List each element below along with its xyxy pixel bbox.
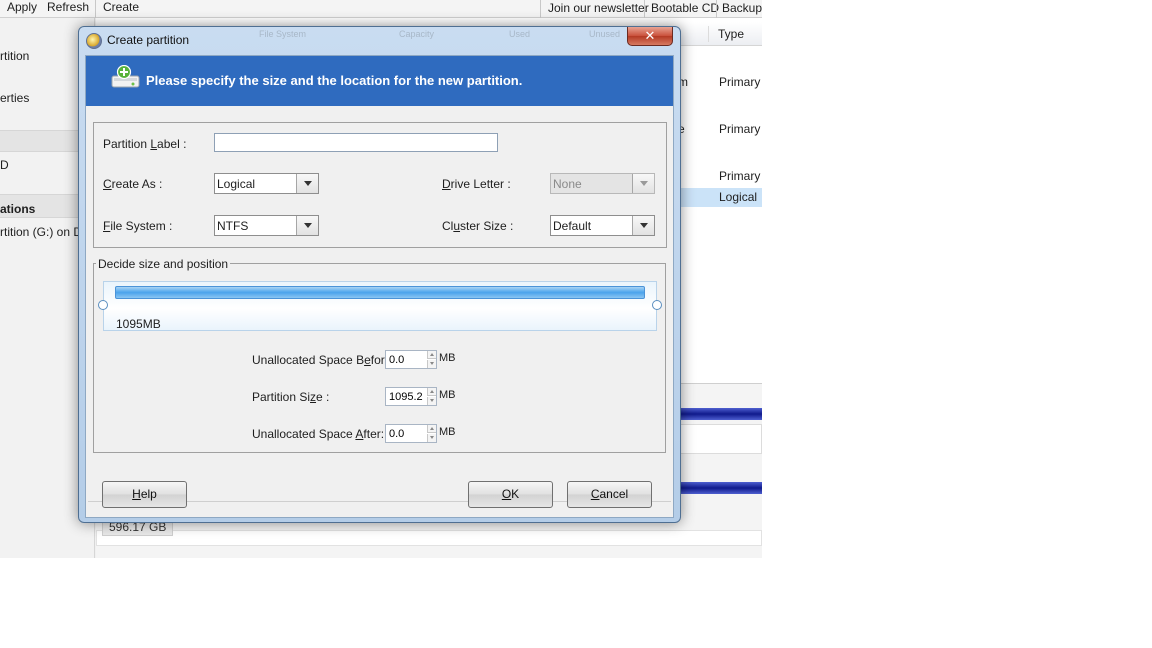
partition-size-label: Partition Size :	[252, 390, 330, 404]
space-after-input[interactable]	[386, 425, 428, 442]
space-after-label: Unallocated Space After:	[252, 427, 385, 441]
chevron-down-icon[interactable]	[632, 216, 654, 235]
cancel-button[interactable]: Cancel	[567, 481, 652, 508]
partition-slider-bar[interactable]	[115, 286, 645, 299]
refresh-button[interactable]: Refresh	[47, 0, 89, 16]
space-before-label: Unallocated Space Before:	[252, 353, 395, 367]
close-icon: ✕	[644, 28, 656, 43]
newsletter-link[interactable]: Join our newsletter	[548, 1, 649, 17]
partition-slider-size: 1095MB	[116, 317, 161, 331]
partition-size-input[interactable]	[386, 388, 428, 405]
faint-column-label: File System	[259, 29, 307, 39]
faint-column-label: Capacity	[399, 29, 435, 39]
cluster-size-value: Default	[553, 219, 592, 233]
backup-button[interactable]: Backup f	[722, 1, 762, 17]
apply-button[interactable]: Apply	[7, 0, 37, 16]
toolbar: Apply Refresh Create Join our newsletter…	[0, 0, 762, 18]
size-position-group-title: Decide size and position	[96, 257, 231, 271]
chevron-down-icon[interactable]	[296, 174, 318, 193]
stepper-down-icon[interactable]	[427, 434, 436, 442]
column-header-type[interactable]: Type	[718, 27, 744, 41]
disk-row[interactable]	[96, 530, 762, 546]
stepper-up-icon[interactable]	[427, 425, 436, 433]
stepper-down-icon[interactable]	[427, 360, 436, 368]
toolbar-separator	[95, 0, 96, 18]
disk-bar[interactable]	[676, 408, 762, 420]
drive-letter-value: None	[553, 177, 582, 191]
create-button[interactable]: Create	[103, 0, 139, 16]
create-partition-dialog: Create partition File System Capacity Us…	[78, 26, 681, 523]
add-partition-icon	[111, 65, 140, 88]
dialog-titlebar[interactable]: Create partition File System Capacity Us…	[79, 27, 680, 54]
space-before-stepper[interactable]	[385, 350, 437, 369]
slider-left-handle[interactable]	[98, 300, 108, 310]
disk-bar[interactable]	[676, 482, 762, 494]
toolbar-separator	[716, 0, 717, 18]
unit-label: MB	[439, 352, 456, 364]
app-icon	[86, 33, 102, 49]
list-cell-type[interactable]: Primary	[719, 169, 760, 183]
file-system-select[interactable]: NTFS	[214, 215, 319, 236]
sidebar-item-properties[interactable]: erties	[0, 91, 29, 105]
partition-slider[interactable]: 1095MB	[103, 281, 657, 331]
stepper-up-icon[interactable]	[427, 388, 436, 396]
list-cell-type[interactable]: Logical	[719, 190, 757, 204]
create-as-value: Logical	[217, 177, 256, 191]
list-cell-type[interactable]: Primary	[719, 122, 760, 136]
cluster-size-select[interactable]: Default	[550, 215, 655, 236]
toolbar-separator	[540, 0, 541, 18]
partition-properties-group: Partition Label : Create As : Logical Dr…	[93, 122, 667, 248]
space-after-stepper[interactable]	[385, 424, 437, 443]
sidebar-item-d[interactable]: D	[0, 158, 9, 172]
unit-label: MB	[439, 426, 456, 438]
slider-right-handle[interactable]	[652, 300, 662, 310]
partition-label-input[interactable]	[214, 133, 498, 152]
dialog-title: Create partition	[107, 33, 190, 47]
unit-label: MB	[439, 389, 456, 401]
column-separator	[708, 26, 709, 42]
chevron-down-icon[interactable]	[296, 216, 318, 235]
ok-button[interactable]: OK	[468, 481, 553, 508]
help-button[interactable]: Help	[102, 481, 187, 508]
file-system-label: File System :	[103, 219, 173, 233]
partition-label-label: Partition Label :	[103, 137, 187, 151]
drive-letter-label: Drive Letter :	[442, 177, 511, 191]
toolbar-separator	[644, 0, 645, 18]
dialog-banner: Please specify the size and the location…	[86, 56, 673, 106]
list-cell-type[interactable]: Primary	[719, 75, 760, 89]
size-position-group: Decide size and position 1095MB Unalloca…	[93, 257, 666, 453]
partition-size-stepper[interactable]	[385, 387, 437, 406]
sidebar-section-operations: ations	[0, 202, 36, 216]
close-button[interactable]: ✕	[627, 27, 673, 46]
faint-column-label: Unused	[589, 29, 621, 39]
background-column-headers: File System Capacity Used Unused	[259, 29, 639, 43]
stepper-up-icon[interactable]	[427, 351, 436, 359]
drive-letter-select: None	[550, 173, 655, 194]
faint-column-label: Used	[509, 29, 531, 39]
stepper-down-icon[interactable]	[427, 397, 436, 405]
space-before-input[interactable]	[386, 351, 428, 368]
create-as-label: Create As :	[103, 177, 163, 191]
file-system-value: NTFS	[217, 219, 249, 233]
dialog-client: Please specify the size and the location…	[85, 55, 674, 518]
sidebar-item-partition[interactable]: rtition	[0, 49, 29, 63]
chevron-down-icon	[632, 174, 654, 193]
create-as-select[interactable]: Logical	[214, 173, 319, 194]
cluster-size-label: Cluster Size :	[442, 219, 514, 233]
bootable-cd-button[interactable]: Bootable CD	[651, 1, 719, 17]
banner-instruction: Please specify the size and the location…	[146, 73, 523, 88]
